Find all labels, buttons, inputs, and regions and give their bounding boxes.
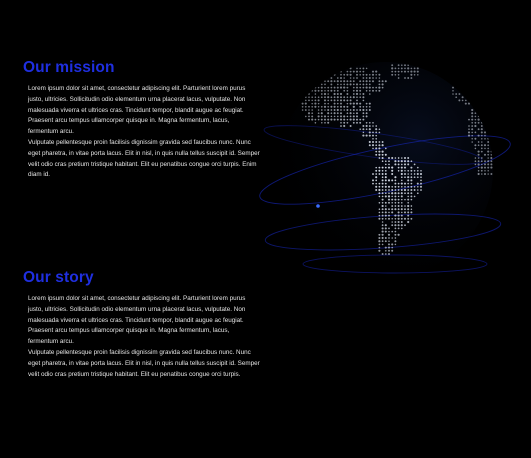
mission-paragraph-2: Vulputate pellentesque proin facilisis d…	[28, 138, 260, 179]
mission-section: Our mission Lorem ipsum dolor sit amet, …	[23, 58, 260, 181]
story-paragraph-1: Lorem ipsum dolor sit amet, consectetur …	[28, 295, 246, 346]
about-page: Our mission Lorem ipsum dolor sit amet, …	[0, 0, 531, 458]
mission-heading: Our mission	[23, 59, 115, 76]
mission-text: Lorem ipsum dolor sit amet, consectetur …	[28, 84, 260, 181]
mission-paragraph-1: Lorem ipsum dolor sit amet, consectetur …	[28, 85, 246, 136]
globe-illustration	[255, 50, 515, 300]
story-paragraph-2: Vulputate pellentesque proin facilisis d…	[28, 348, 260, 378]
orbit-light-dot	[316, 204, 320, 208]
globe-icon	[259, 62, 511, 278]
story-text: Lorem ipsum dolor sit amet, consectetur …	[28, 294, 260, 380]
story-section: Our story Lorem ipsum dolor sit amet, co…	[23, 268, 260, 380]
story-heading: Our story	[23, 269, 94, 286]
